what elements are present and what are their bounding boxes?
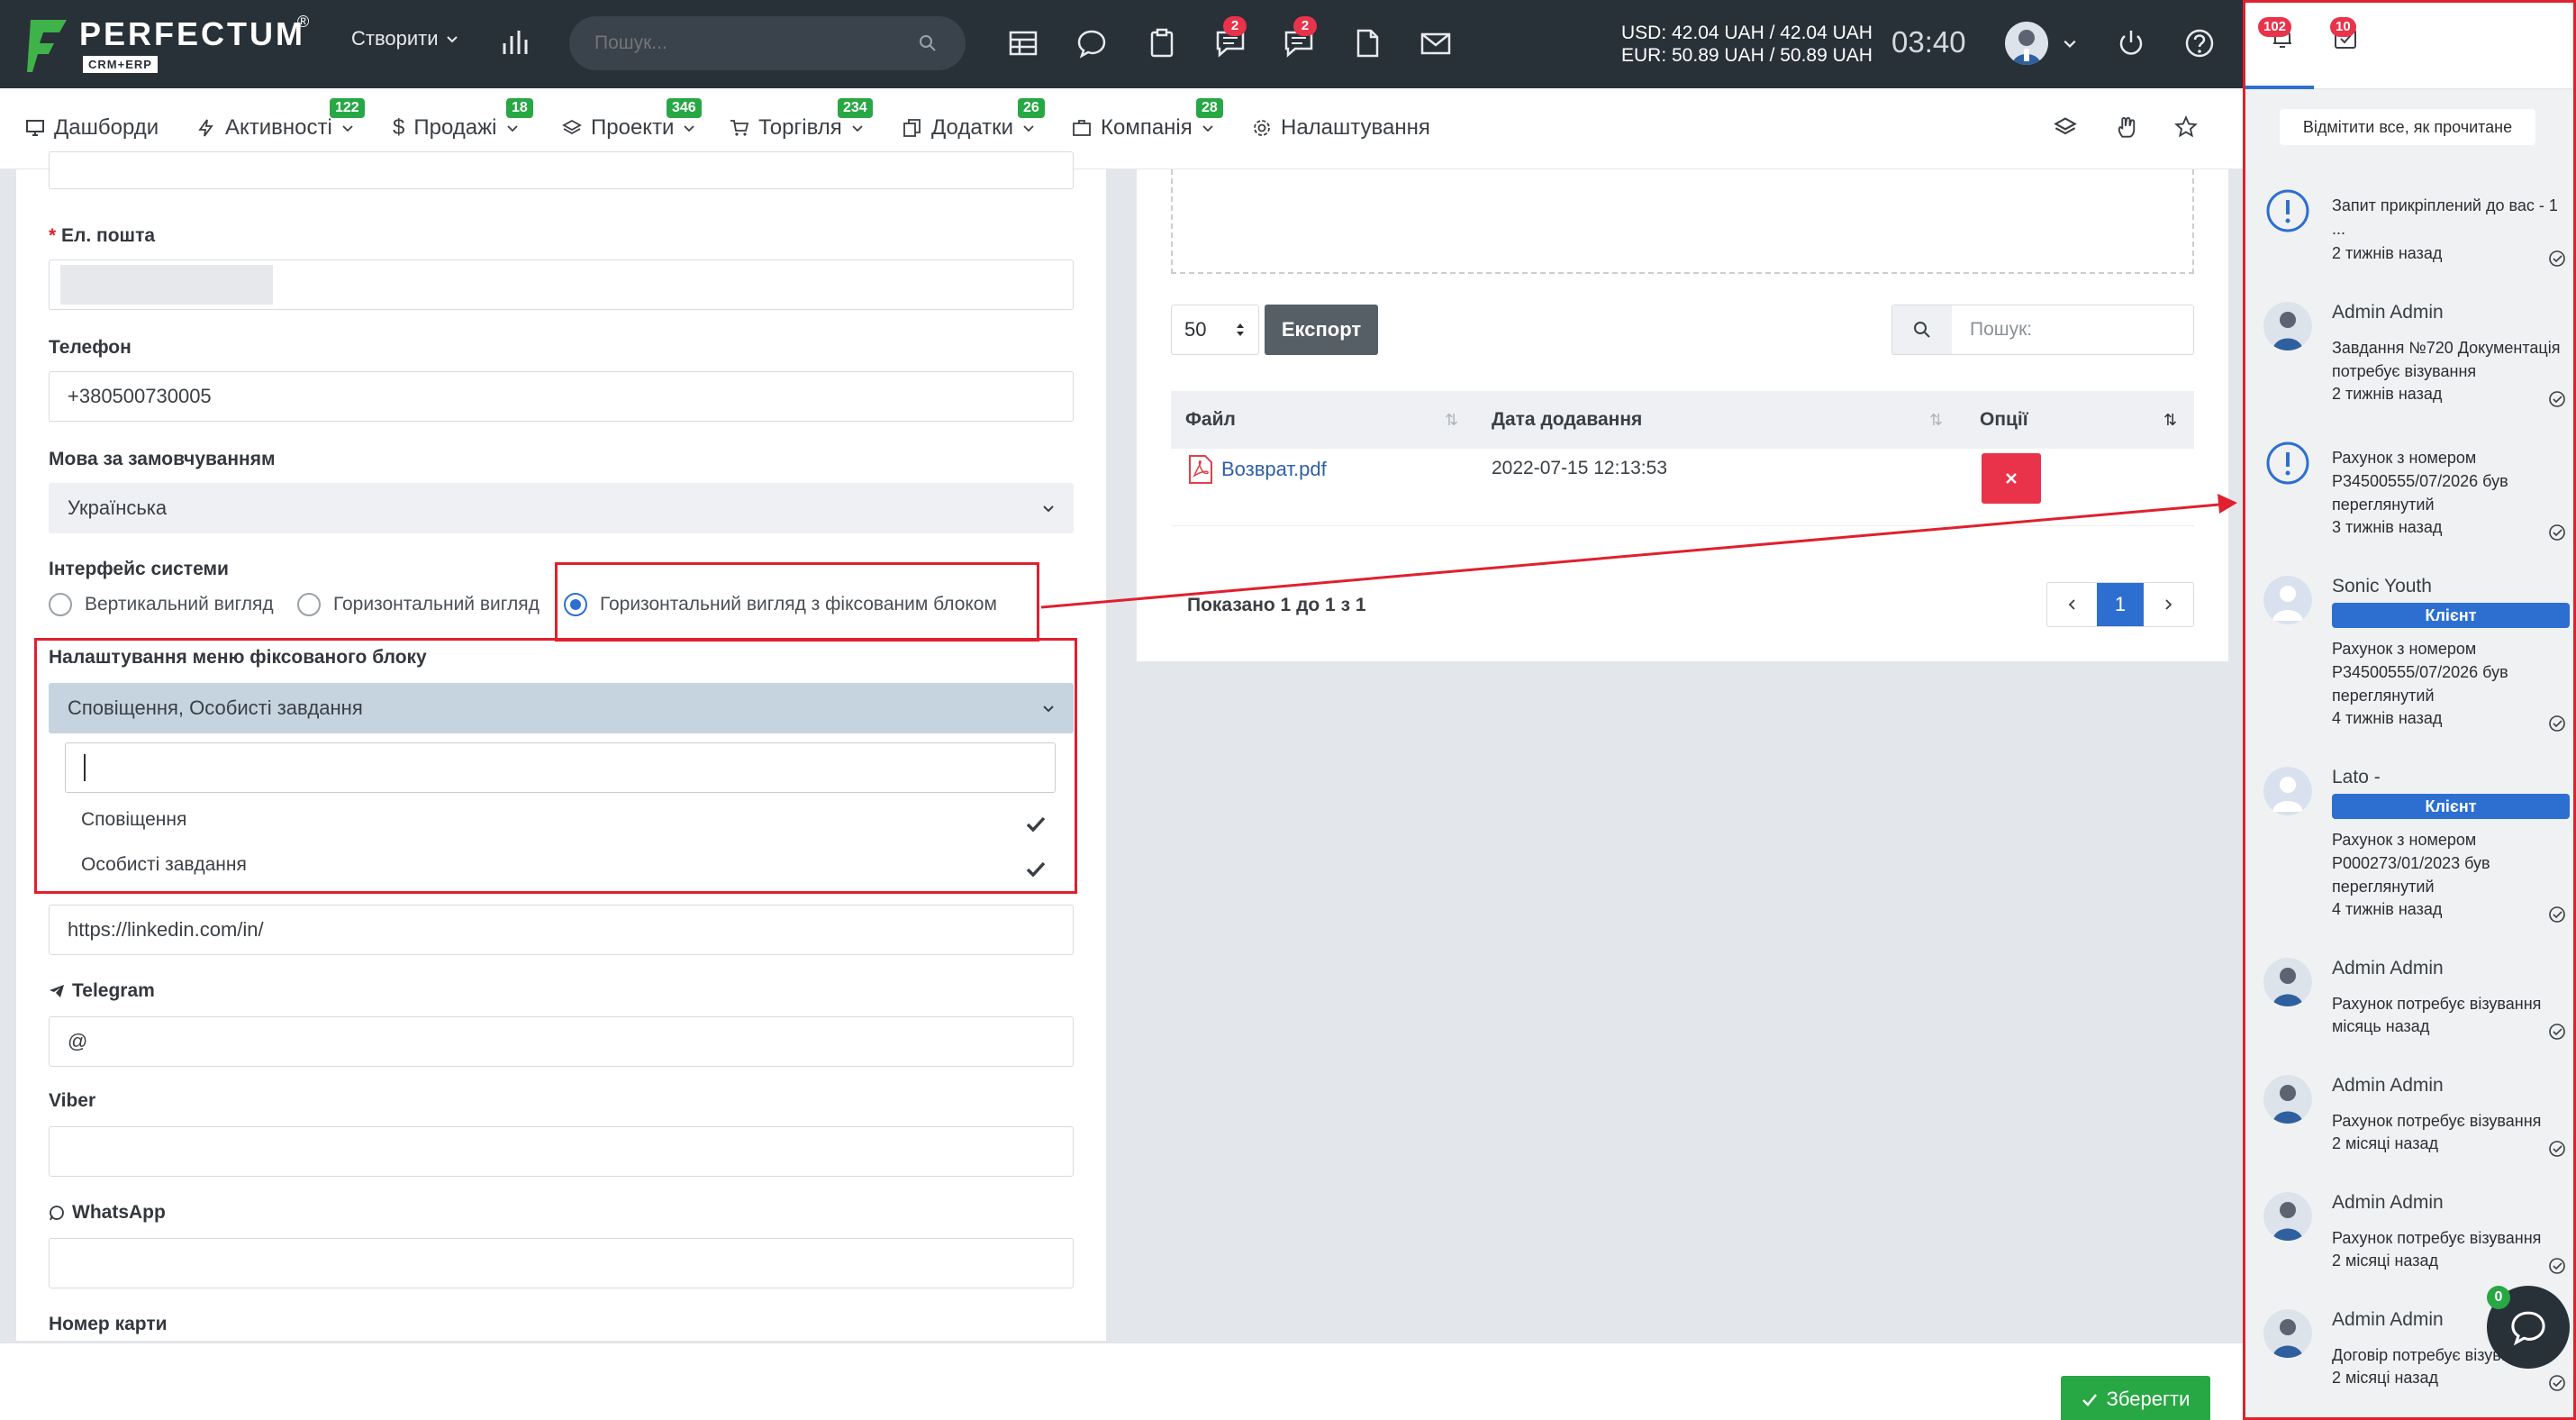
notification-time: 2 тижнів назад xyxy=(2332,244,2443,262)
notification-author: Admin Admin xyxy=(2332,958,2444,979)
save-button[interactable]: Зберегти xyxy=(2061,1376,2210,1420)
notification-time: 4 тижнів назад xyxy=(2332,900,2443,918)
user-avatar-icon xyxy=(2263,1309,2312,1358)
notification-item[interactable]: Lato - Клієнт Рахунок з номером P000273/… xyxy=(2263,767,2570,929)
notification-message: Запит прикріплений до вас - 1 ... xyxy=(2332,196,2558,238)
notification-message: Рахунок з номером P34500555/07/2026 був … xyxy=(2332,449,2508,514)
notification-item[interactable]: Admin Admin Рахунок потребує візування 2… xyxy=(2263,1192,2570,1282)
save-label: Зберегти xyxy=(2106,1388,2191,1410)
check-icon xyxy=(2082,1394,2097,1406)
notification-item[interactable]: Admin Admin Рахунок потребує візування 2… xyxy=(2263,1075,2570,1165)
active-tab-indicator xyxy=(2245,86,2314,89)
read-check-icon[interactable] xyxy=(2548,250,2566,268)
user-avatar-icon xyxy=(2263,1075,2312,1124)
notification-item[interactable]: Рахунок з номером P34500555/07/2026 був … xyxy=(2263,439,2570,547)
user-avatar-icon xyxy=(2263,958,2312,1006)
notification-author: Admin Admin xyxy=(2332,1075,2444,1096)
read-check-icon[interactable] xyxy=(2548,1140,2566,1158)
client-tag: Клієнт xyxy=(2332,603,2570,628)
notification-time: 2 тижнів назад xyxy=(2332,385,2443,403)
notification-message: Рахунок потребує візування xyxy=(2332,1229,2542,1247)
read-check-icon[interactable] xyxy=(2548,715,2566,733)
notification-author: Admin Admin xyxy=(2332,1192,2444,1213)
alert-circle-icon xyxy=(2266,441,2309,485)
user-avatar-icon xyxy=(2263,302,2312,350)
notification-message: Рахунок потребує візування xyxy=(2332,995,2542,1013)
annotation-arrow xyxy=(1040,494,2237,609)
notification-author: Admin Admin xyxy=(2332,1309,2444,1330)
chat-count-badge: 0 xyxy=(2487,1286,2510,1309)
read-check-icon[interactable] xyxy=(2548,523,2566,542)
read-check-icon[interactable] xyxy=(2548,390,2566,408)
read-check-icon[interactable] xyxy=(2548,1257,2566,1275)
notification-time: 4 тижнів назад xyxy=(2332,709,2443,727)
read-check-icon[interactable] xyxy=(2548,906,2566,924)
user-avatar-icon xyxy=(2263,1192,2312,1241)
notification-author: Lato - xyxy=(2332,767,2381,787)
notification-item[interactable]: Sonic Youth Клієнт Рахунок з номером P34… xyxy=(2263,576,2570,738)
notification-message: Рахунок з номером P34500555/07/2026 був … xyxy=(2332,640,2508,705)
notification-author: Sonic Youth xyxy=(2332,576,2432,596)
mark-all-read-button[interactable]: Відмітити все, як прочитане xyxy=(2280,109,2535,145)
notification-time: 2 місяці назад xyxy=(2332,1369,2438,1387)
read-check-icon[interactable] xyxy=(2548,1023,2566,1041)
notification-item[interactable]: Запит прикріплений до вас - 1 ... 2 тижн… xyxy=(2263,187,2570,286)
notification-time: 3 тижнів назад xyxy=(2332,518,2443,536)
notification-message: Рахунок з номером P000273/01/2023 був пе… xyxy=(2332,831,2490,896)
client-tag: Клієнт xyxy=(2332,794,2570,819)
client-avatar-icon xyxy=(2263,576,2312,624)
client-avatar-icon xyxy=(2263,767,2312,815)
notification-time: 2 місяці назад xyxy=(2332,1252,2438,1270)
notification-item[interactable]: Admin Admin Завдання №720 Документація п… xyxy=(2263,302,2570,410)
notification-message: Рахунок потребує візування xyxy=(2332,1112,2542,1130)
tasks-count-badge: 10 xyxy=(2330,17,2356,37)
chat-bubble-icon xyxy=(2511,1311,2545,1346)
notification-time: місяць назад xyxy=(2332,1017,2430,1035)
notification-panel: 102 10 Відмітити все, як прочитане Запит… xyxy=(2243,0,2576,1420)
notification-item[interactable]: Admin Admin Рахунок потребує візування м… xyxy=(2263,958,2570,1048)
alert-circle-icon xyxy=(2266,189,2309,232)
read-check-icon[interactable] xyxy=(2548,1374,2566,1392)
notifications-count-badge: 102 xyxy=(2258,17,2292,37)
notification-tabs: 102 10 xyxy=(2245,3,2573,89)
bottom-action-bar: Зберегти xyxy=(0,1343,2243,1420)
notification-author: Admin Admin xyxy=(2332,302,2444,323)
notification-message: Завдання №720 Документація потребує візу… xyxy=(2332,339,2561,380)
notification-time: 2 місяці назад xyxy=(2332,1134,2438,1152)
